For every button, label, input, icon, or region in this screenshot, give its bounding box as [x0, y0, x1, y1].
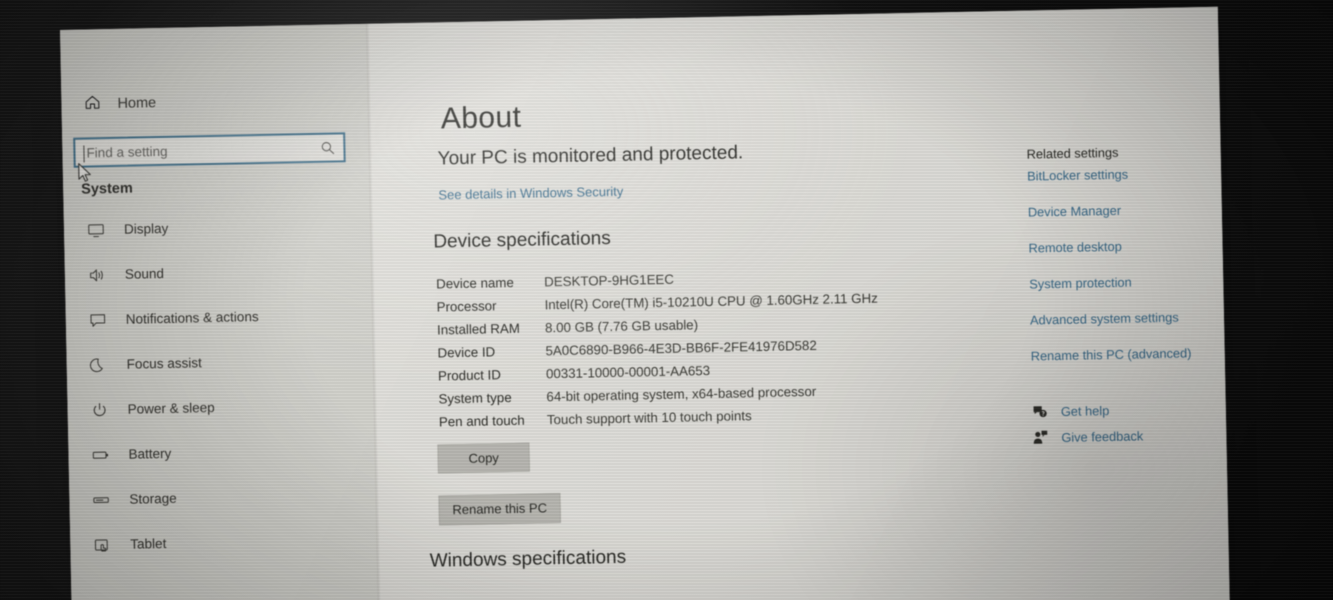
search-placeholder: Find a setting: [86, 143, 168, 160]
sidebar-item-sound[interactable]: Sound: [64, 247, 371, 298]
spec-label: Processor: [436, 298, 497, 315]
device-specifications-heading: Device specifications: [433, 227, 611, 253]
power-icon: [89, 400, 109, 420]
spec-label: System type: [438, 390, 512, 407]
storage-icon: [91, 490, 111, 510]
give-feedback-label: Give feedback: [1061, 427, 1144, 445]
spec-label: Pen and touch: [438, 412, 525, 430]
notification-icon: [88, 310, 108, 330]
settings-window: Settings: [60, 6, 1230, 600]
spec-value: Intel(R) Core(TM) i5-10210U CPU @ 1.60GH…: [544, 290, 878, 313]
sidebar-item-focus-assist[interactable]: Focus assist: [66, 337, 373, 388]
content-pane: About Your PC is monitored and protected…: [368, 6, 1230, 600]
related-settings-heading: Related settings: [1026, 144, 1119, 162]
copy-button[interactable]: Copy: [437, 442, 530, 474]
related-settings-rail: Related settings BitLocker settings Devi…: [1027, 143, 1222, 385]
search-input[interactable]: Find a setting: [73, 132, 346, 168]
spec-label: Product ID: [437, 367, 501, 384]
related-link-remote-desktop[interactable]: Remote desktop: [1028, 237, 1218, 256]
spec-value: 64-bit operating system, x64-based proce…: [546, 383, 817, 405]
sidebar-item-home-label: Home: [117, 95, 157, 112]
spec-label: Device ID: [437, 344, 496, 361]
related-link-rename-advanced[interactable]: Rename this PC (advanced): [1031, 345, 1221, 363]
sidebar-item-label: Storage: [129, 490, 177, 507]
feedback-person-icon: [1032, 429, 1048, 445]
spec-value: 5A0C6890-B966-4E3D-BB6F-2FE41976D582: [545, 337, 817, 359]
search-icon[interactable]: [320, 140, 335, 160]
sidebar-item-label: Notifications & actions: [125, 309, 259, 327]
get-help-row[interactable]: Get help: [1032, 395, 1230, 425]
sidebar-item-label: Battery: [128, 445, 172, 462]
related-link-device-manager[interactable]: Device Manager: [1028, 201, 1218, 220]
related-link-system-protection[interactable]: System protection: [1029, 273, 1219, 292]
related-link-bitlocker[interactable]: BitLocker settings: [1027, 165, 1217, 184]
sidebar: Home Find a setting System Display Sound…: [60, 23, 378, 600]
sidebar-item-label: Focus assist: [126, 355, 202, 372]
spec-label: Installed RAM: [436, 320, 521, 338]
pc-status-text: Your PC is monitored and protected.: [437, 142, 744, 170]
sidebar-item-display[interactable]: Display: [64, 202, 371, 253]
sidebar-item-label: Display: [123, 220, 169, 237]
sidebar-item-label: Sound: [124, 265, 165, 282]
related-link-advanced-system[interactable]: Advanced system settings: [1030, 309, 1220, 328]
windows-specifications-heading: Windows specifications: [429, 546, 627, 572]
sidebar-item-home[interactable]: Home: [75, 82, 364, 122]
get-help-label: Get help: [1060, 402, 1110, 419]
help-question-icon: [1032, 403, 1048, 419]
page-title: About: [440, 100, 522, 136]
rename-this-pc-button[interactable]: Rename this PC: [438, 493, 561, 526]
speaker-icon: [87, 265, 107, 285]
sidebar-item-battery[interactable]: Battery: [68, 427, 375, 478]
sidebar-item-label: Power & sleep: [127, 399, 215, 417]
sidebar-item-label: Tablet: [130, 535, 167, 552]
home-icon: [83, 93, 101, 116]
sidebar-item-power-sleep[interactable]: Power & sleep: [67, 382, 374, 433]
screen-surface: Settings: [60, 6, 1232, 600]
windows-security-link[interactable]: See details in Windows Security: [438, 184, 623, 203]
sidebar-item-notifications[interactable]: Notifications & actions: [65, 292, 372, 343]
sidebar-item-storage[interactable]: Storage: [69, 472, 376, 523]
text-caret: [83, 145, 85, 163]
tablet-icon: [92, 535, 112, 555]
battery-icon: [90, 445, 110, 465]
spec-value: 8.00 GB (7.76 GB usable): [544, 317, 699, 336]
photo-of-laptop-screen: Settings: [0, 0, 1333, 600]
moon-icon: [89, 355, 109, 375]
spec-label: Device name: [436, 274, 514, 292]
give-feedback-row[interactable]: Give feedback: [1032, 421, 1230, 451]
spec-value: 00331-10000-00001-AA653: [545, 363, 711, 382]
spec-value: Touch support with 10 touch points: [546, 408, 752, 428]
spec-value: DESKTOP-9HG1EEC: [544, 271, 675, 290]
sidebar-item-tablet[interactable]: Tablet: [70, 517, 377, 568]
help-block: Get help Give feedback: [1032, 395, 1230, 451]
mouse-pointer-icon: [78, 162, 94, 184]
sidebar-nav-list: Display Sound Notifications & actions Fo…: [64, 202, 377, 568]
monitor-icon: [86, 220, 106, 240]
